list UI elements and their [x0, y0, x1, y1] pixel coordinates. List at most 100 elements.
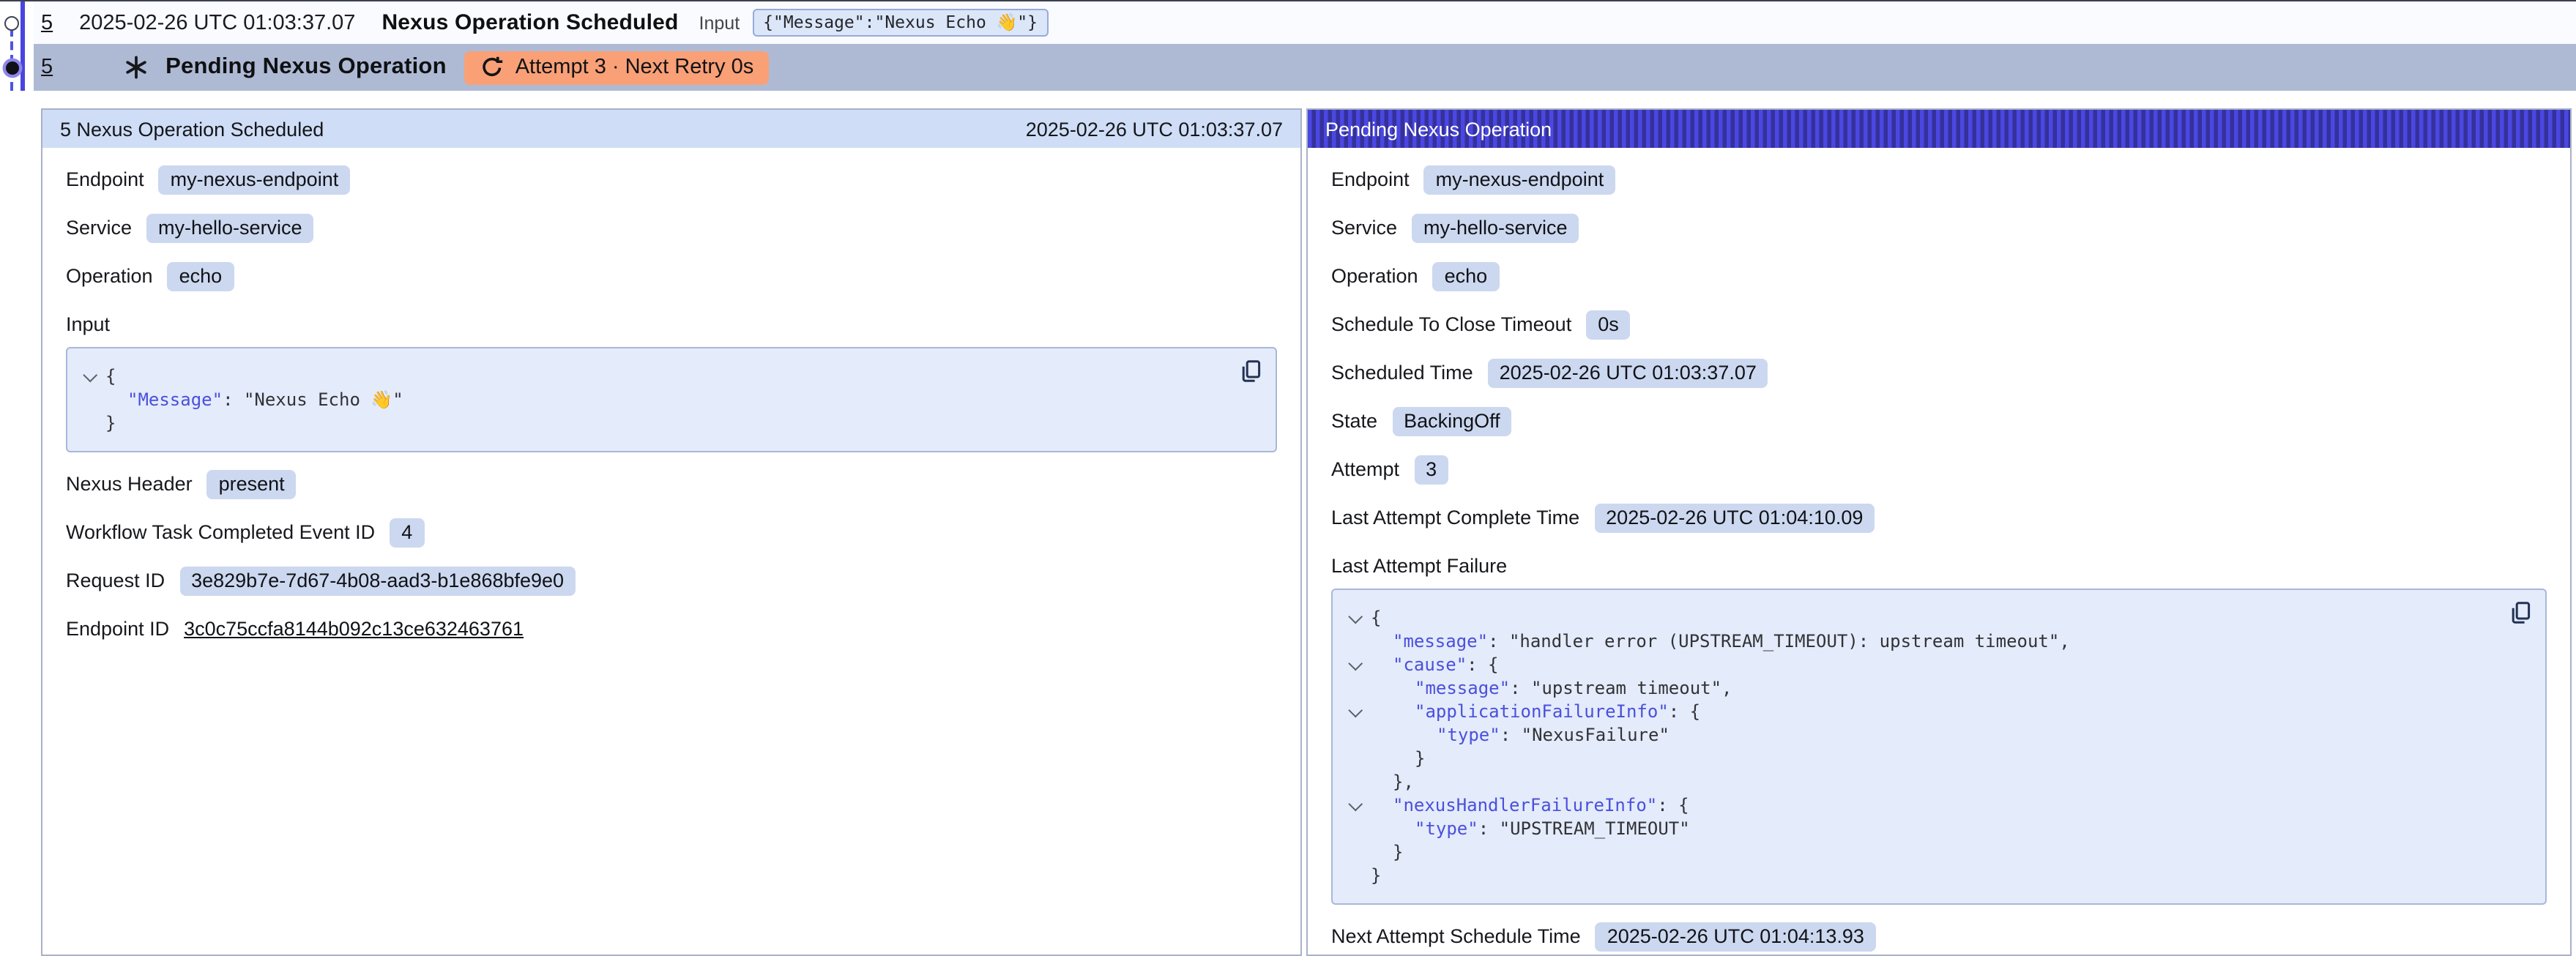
field-value: my-nexus-endpoint [1424, 165, 1616, 194]
field-label: Service [1331, 217, 1397, 239]
input-json-lines: {"Message": "Nexus Echo 👋"} [79, 365, 1217, 435]
failure-json-lines: {"message": "handler error (UPSTREAM_TIM… [1344, 606, 2487, 887]
scheduled-card-timestamp: 2025-02-26 UTC 01:03:37.07 [1026, 118, 1283, 140]
event-id-link[interactable]: 5 [41, 56, 53, 79]
field-label: Service [66, 217, 132, 239]
workflow-history-page: 5 2025-02-26 UTC 01:03:37.07 Nexus Opera… [0, 0, 2576, 956]
failure-section-label: Last Attempt Failure [1331, 555, 2547, 577]
input-label: Input [699, 12, 740, 33]
field-label: Last Attempt Complete Time [1331, 507, 1579, 529]
json-line: } [1344, 864, 2487, 887]
field-value: echo [168, 261, 234, 291]
timeline-filled-circle-icon [5, 61, 18, 74]
collapse-chevron-icon[interactable] [1348, 797, 1361, 810]
event-row-pending-nexus-operation[interactable]: 5 Pending Nexus Operation Attempt 3 · Ne… [34, 44, 2576, 91]
json-line: "nexusHandlerFailureInfo": { [1344, 793, 2487, 817]
page-scaler: 5 2025-02-26 UTC 01:03:37.07 Nexus Opera… [0, 0, 2576, 956]
field-value: 4 [390, 518, 424, 547]
event-detail-cards: 5 Nexus Operation Scheduled 2025-02-26 U… [41, 108, 2572, 956]
field-row: Endpoint my-nexus-endpoint [1331, 163, 2547, 196]
retry-attempt-badge: Attempt 3 · Next Retry 0s [464, 51, 769, 84]
json-line: "Message": "Nexus Echo 👋" [79, 388, 1217, 411]
field-value: my-hello-service [1412, 213, 1579, 242]
field-row: Schedule To Close Timeout 0s [1331, 307, 2547, 341]
field-row: Attempt 3 [1331, 452, 2547, 486]
event-name: Pending Nexus Operation [165, 54, 447, 81]
copy-button[interactable] [2510, 602, 2531, 624]
scheduled-event-card: 5 Nexus Operation Scheduled 2025-02-26 U… [41, 108, 1302, 956]
pending-fields-bottom: Next Attempt Schedule Time 2025-02-26 UT… [1331, 919, 2547, 953]
collapse-chevron-icon[interactable] [1348, 657, 1361, 670]
json-line: "message": "handler error (UPSTREAM_TIME… [1344, 630, 2487, 653]
input-section-label: Input [66, 313, 1277, 335]
input-json-viewer: {"Message": "Nexus Echo 👋"} [66, 347, 1277, 452]
timeline-dashed-line [10, 28, 13, 91]
scheduled-fields-bottom: Nexus Header present Workflow Task Compl… [66, 467, 1277, 646]
scheduled-fields-top: Endpoint my-nexus-endpoint Service my-he… [66, 163, 1277, 293]
field-value: my-nexus-endpoint [159, 165, 351, 194]
copy-button[interactable] [1240, 360, 1261, 382]
field-row: Service my-hello-service [66, 211, 1277, 244]
field-label: Schedule To Close Timeout [1331, 313, 1571, 335]
collapse-chevron-icon[interactable] [83, 368, 96, 381]
field-label: Endpoint [66, 168, 144, 190]
field-label: Scheduled Time [1331, 362, 1473, 384]
field-row: Next Attempt Schedule Time 2025-02-26 UT… [1331, 919, 2547, 953]
json-line: { [79, 365, 1217, 388]
field-label: Request ID [66, 570, 165, 591]
retry-badge-label: Attempt 3 · Next Retry 0s [515, 55, 754, 78]
field-row: Endpoint ID 3c0c75ccfa8144b092c13ce63246… [66, 612, 1277, 646]
field-row: Nexus Header present [66, 467, 1277, 501]
json-line: } [1344, 747, 2487, 770]
timeline-open-circle-icon [4, 16, 19, 31]
json-line: "type": "NexusFailure" [1344, 723, 2487, 747]
field-value: 2025-02-26 UTC 01:04:10.09 [1594, 503, 1875, 532]
json-line: }, [1344, 770, 2487, 793]
field-value[interactable]: 3c0c75ccfa8144b092c13ce632463761 [184, 618, 524, 640]
collapse-chevron-icon[interactable] [1348, 610, 1361, 623]
field-row: Workflow Task Completed Event ID 4 [66, 515, 1277, 549]
collapse-chevron-icon[interactable] [1348, 703, 1361, 717]
field-label: Workflow Task Completed Event ID [66, 521, 375, 543]
field-row: Endpoint my-nexus-endpoint [66, 163, 1277, 196]
json-line: "message": "upstream timeout", [1344, 676, 2487, 700]
field-row: Operation echo [1331, 259, 2547, 293]
pending-asterisk-icon [124, 56, 148, 79]
field-value: 3 [1414, 455, 1448, 484]
field-label: Operation [66, 265, 153, 287]
event-timestamp: 2025-02-26 UTC 01:03:37.07 [79, 11, 355, 34]
field-value: 2025-02-26 UTC 01:04:13.93 [1596, 922, 1876, 951]
field-row: Scheduled Time 2025-02-26 UTC 01:03:37.0… [1331, 356, 2547, 389]
event-id-link[interactable]: 5 [41, 11, 53, 34]
copy-icon [2510, 602, 2531, 624]
pending-fields-top: Endpoint my-nexus-endpoint Service my-he… [1331, 163, 2547, 534]
field-value: 0s [1586, 310, 1631, 339]
scheduled-card-header: 5 Nexus Operation Scheduled 2025-02-26 U… [42, 110, 1300, 148]
pending-card-header: Pending Nexus Operation [1308, 110, 2570, 148]
field-label: State [1331, 410, 1377, 432]
pending-card-title: Pending Nexus Operation [1325, 118, 1552, 140]
field-row: State BackingOff [1331, 404, 2547, 438]
field-row: Request ID 3e829b7e-7d67-4b08-aad3-b1e86… [66, 564, 1277, 597]
json-line: "cause": { [1344, 653, 2487, 676]
json-line: "applicationFailureInfo": { [1344, 700, 2487, 723]
field-label: Nexus Header [66, 473, 193, 495]
scheduled-card-title: 5 Nexus Operation Scheduled [60, 118, 324, 140]
timeline-accent-bar [20, 1, 25, 91]
field-value: present [207, 469, 297, 498]
json-line: } [79, 411, 1217, 435]
event-row-nexus-operation-scheduled[interactable]: 5 2025-02-26 UTC 01:03:37.07 Nexus Opera… [34, 1, 2576, 44]
field-label: Operation [1331, 265, 1418, 287]
field-value: 2025-02-26 UTC 01:03:37.07 [1488, 358, 1768, 387]
json-line: { [1344, 606, 2487, 630]
input-preview-chip[interactable]: {"Message":"Nexus Echo 👋"} [753, 9, 1048, 37]
field-value: 3e829b7e-7d67-4b08-aad3-b1e868bfe9e0 [179, 566, 576, 595]
failure-json-viewer: {"message": "handler error (UPSTREAM_TIM… [1331, 589, 2547, 905]
pending-operation-card: Pending Nexus Operation Endpoint my-nexu… [1306, 108, 2572, 956]
field-label: Attempt [1331, 458, 1399, 480]
event-name: Nexus Operation Scheduled [381, 10, 678, 35]
field-value: my-hello-service [146, 213, 314, 242]
field-row: Service my-hello-service [1331, 211, 2547, 244]
field-label: Endpoint [1331, 168, 1410, 190]
field-label: Endpoint ID [66, 618, 169, 640]
